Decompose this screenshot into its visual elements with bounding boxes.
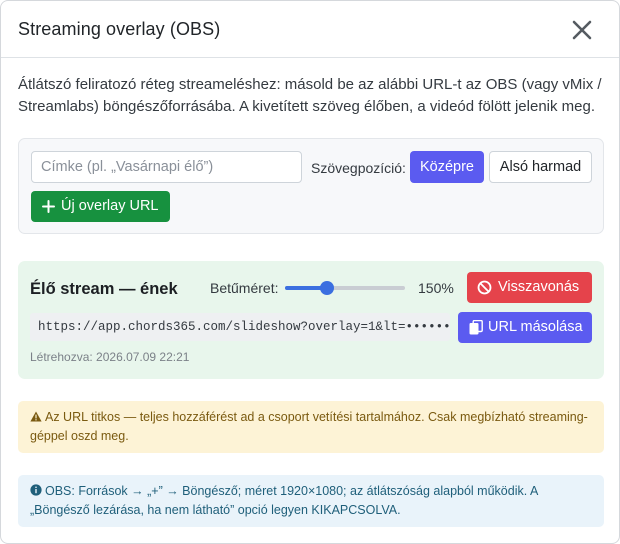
modal-header: Streaming overlay (OBS) [1, 1, 619, 58]
revoke-label: Visszavonás [498, 279, 580, 295]
plus-icon [42, 200, 55, 213]
new-overlay-url-label: Új overlay URL [61, 198, 159, 214]
copy-url-label: URL másolása [488, 319, 583, 335]
new-overlay-url-button[interactable]: Új overlay URL [31, 191, 170, 222]
position-center-button[interactable]: Középre [410, 151, 484, 183]
slider-thumb[interactable] [319, 281, 334, 295]
ban-icon [477, 280, 492, 295]
copy-url-button[interactable]: URL másolása [458, 312, 592, 343]
create-overlay-form: Szövegpozíció: Középre Alsó harmad Új ov… [18, 138, 604, 234]
overlay-label-input[interactable] [31, 151, 302, 183]
revoke-button[interactable]: Visszavonás [467, 272, 592, 303]
copy-icon [469, 320, 483, 335]
close-button[interactable] [569, 17, 595, 43]
font-size-value: 150% [418, 280, 454, 296]
overlay-card: Élő stream — ének Betűméret: 150% Vissza… [18, 261, 604, 379]
modal-title: Streaming overlay (OBS) [18, 19, 221, 39]
close-icon [572, 20, 592, 40]
info-icon [30, 484, 42, 496]
warning-text: Az URL titkos — teljes hozzáférést ad a … [30, 410, 588, 443]
streaming-overlay-modal: Streaming overlay (OBS) Átlátszó felirat… [0, 0, 620, 544]
warning-alert: Az URL titkos — teljes hozzáférést ad a … [18, 401, 604, 453]
info-alert: OBS: Források → „+” → Böngésző; méret 19… [18, 475, 604, 527]
intro-text: Átlátszó feliratozó réteg streameléshez:… [18, 76, 602, 115]
font-size-label: Betűméret: [210, 280, 279, 296]
font-size-slider[interactable] [285, 281, 405, 295]
created-timestamp: Létrehozva: 2026.07.09 22:21 [30, 350, 190, 364]
position-lower-third-button[interactable]: Alsó harmad [489, 151, 592, 183]
text-position-label: Szövegpozíció: [311, 160, 406, 176]
info-text: OBS: Források → „+” → Böngésző; méret 19… [30, 484, 538, 517]
warning-icon [30, 411, 42, 422]
overlay-name: Élő stream — ének [30, 280, 178, 298]
overlay-url[interactable]: https://app.chords365.com/slideshow?over… [30, 313, 450, 341]
